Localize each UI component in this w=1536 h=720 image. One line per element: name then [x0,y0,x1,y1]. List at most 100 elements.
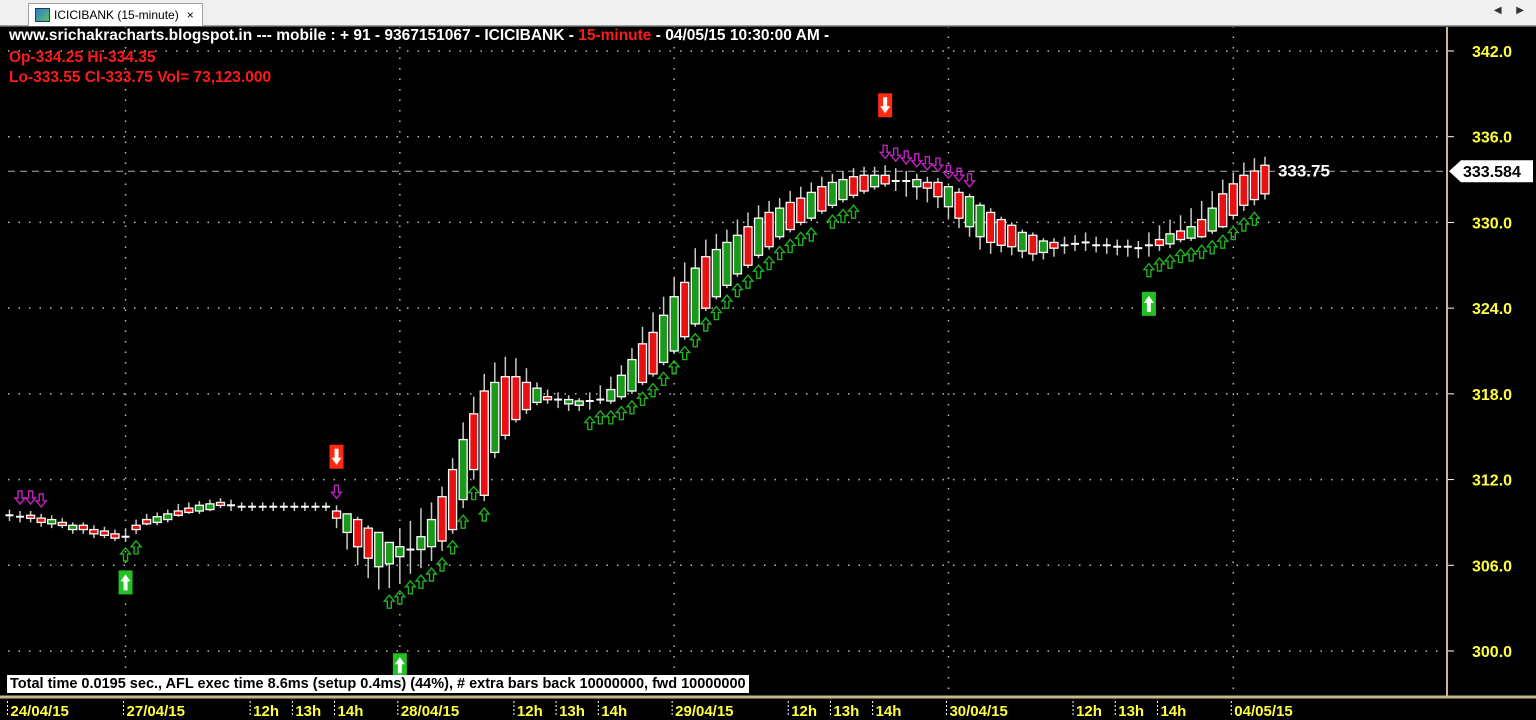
candle-down [141,518,152,525]
candle-up [711,248,721,298]
trail-down-arrow-icon [941,164,955,180]
trail-up-arrow-icon [614,405,628,421]
candle-up [416,536,426,551]
xtick-label: 14h [338,703,364,720]
candle-up [658,314,669,364]
trail-up-arrow-icon [1216,234,1230,249]
trail-up-arrow-icon [129,539,143,555]
tab-bar: ICICIBANK (15-minute) × ◀ ▶ [0,0,1536,26]
trail-down-arrow-icon [963,173,977,188]
ytick-label: 324.0 [1472,301,1512,318]
candle-up [753,217,764,256]
candle-up [564,398,574,405]
candle-down [99,530,110,536]
tab-icicibank[interactable]: ICICIBANK (15-minute) × [28,3,203,26]
trail-down-arrow-icon [878,144,892,160]
candle-down [542,396,553,401]
candle-down [215,501,226,507]
candle-down [521,381,532,411]
trail-up-arrow-icon [1142,262,1156,278]
trail-up-arrow-icon [382,594,396,609]
candle-up [395,546,405,558]
candle-up [669,296,679,352]
trail-up-arrow-icon [1226,225,1240,241]
candle-down [1228,183,1238,216]
xtick-label: 30/04/15 [949,703,1007,720]
close-icon[interactable]: × [187,8,194,22]
trail-up-arrow-icon [804,226,818,242]
trail-up-arrow-icon [646,382,660,398]
ytick-label: 318.0 [1472,387,1512,404]
trail-up-arrow-icon [425,566,438,582]
trail-up-arrow-icon [467,485,481,501]
candle-up [458,438,468,501]
candle-down [352,518,363,548]
candles [5,156,1270,590]
candle-up [490,381,500,454]
title-suffix: - 04/05/15 10:30:00 AM - [651,27,830,44]
candle-down [78,524,88,531]
candle-down [1239,174,1249,206]
candle-down [1049,241,1059,249]
candle-up [606,388,616,402]
trail-up-arrow-icon [1152,256,1166,272]
xtick-label: 12h [517,703,543,720]
trail-up-arrow-icon [794,231,808,246]
xtick-label: 14h [1160,703,1186,720]
trail-up-arrow-icon [773,245,787,261]
trail-up-arrow-icon [593,409,607,425]
trail-up-arrow-icon [836,208,850,224]
candle-down [1007,224,1017,248]
trail-up-arrow-icon [699,316,713,332]
candle-up [1165,233,1175,245]
trail-up-arrow-icon [1247,211,1261,226]
candle-down [1028,234,1038,255]
ytick-label: 312.0 [1472,473,1512,490]
candle-down [25,514,36,519]
trail-up-arrow-icon [730,282,744,298]
trail-up-arrow-icon [456,514,470,529]
price-chart[interactable]: 333.75 342.0 336.0 330.0 324.0 318.0 312.0 306… [0,26,1536,720]
candle-down [447,468,458,531]
trail-up-arrow-icon [762,255,776,271]
candle-down [954,191,964,219]
candle-up [152,516,162,524]
axes: 342.0 336.0 330.0 324.0 318.0 312.0 306.0 300.0… [0,26,1536,720]
candle-up [426,518,437,548]
ytick-label: 330.0 [1472,215,1512,232]
trail-down-arrow-icon [952,167,966,183]
candle-up [838,178,848,201]
xtick-label: 14h [876,703,902,720]
timing-info-bar: Total time 0.0195 sec., AFL exec time 8.… [7,675,749,693]
ytick-label: 342.0 [1472,44,1512,61]
candle-down [848,176,859,196]
trail-up-arrow-icon [678,345,692,361]
candle-up [1038,240,1049,254]
candle-down [785,201,795,231]
xtick-label: 24/04/15 [11,703,69,720]
xtick-label: 12h [791,703,817,720]
trail-up-arrow-icon [783,238,797,254]
trail-down-arrow-icon [931,157,945,173]
ohlc-line-2: Lo-333.55 Cl-333.75 Vol= 73,123.000 [9,69,272,86]
xtick-label: 14h [601,703,627,720]
candle-up [616,374,627,398]
trail-down-arrow-icon [330,484,344,500]
tab-scroll-arrows[interactable]: ◀ ▶ [1494,5,1530,16]
candle-down [986,211,996,244]
ohlc-line-1: Op-334.25 Hi-334.35 [9,49,156,66]
candle-down [743,226,753,266]
trail-up-arrow-icon [1205,239,1219,255]
candle-down [437,496,447,542]
tab-title: ICICIBANK (15-minute) [54,8,179,22]
xtick-label: 12h [253,703,279,720]
xtick-label: 28/04/15 [401,703,459,720]
candle-up [827,181,838,206]
candle-down [817,186,827,212]
xtick-label: 13h [559,703,585,720]
trail-up-arrow-icon [1174,248,1188,264]
trail-up-arrow-icon [403,579,417,595]
candle-up [690,267,700,325]
candle-down [363,527,373,559]
trail-up-arrow-icon [119,546,133,562]
